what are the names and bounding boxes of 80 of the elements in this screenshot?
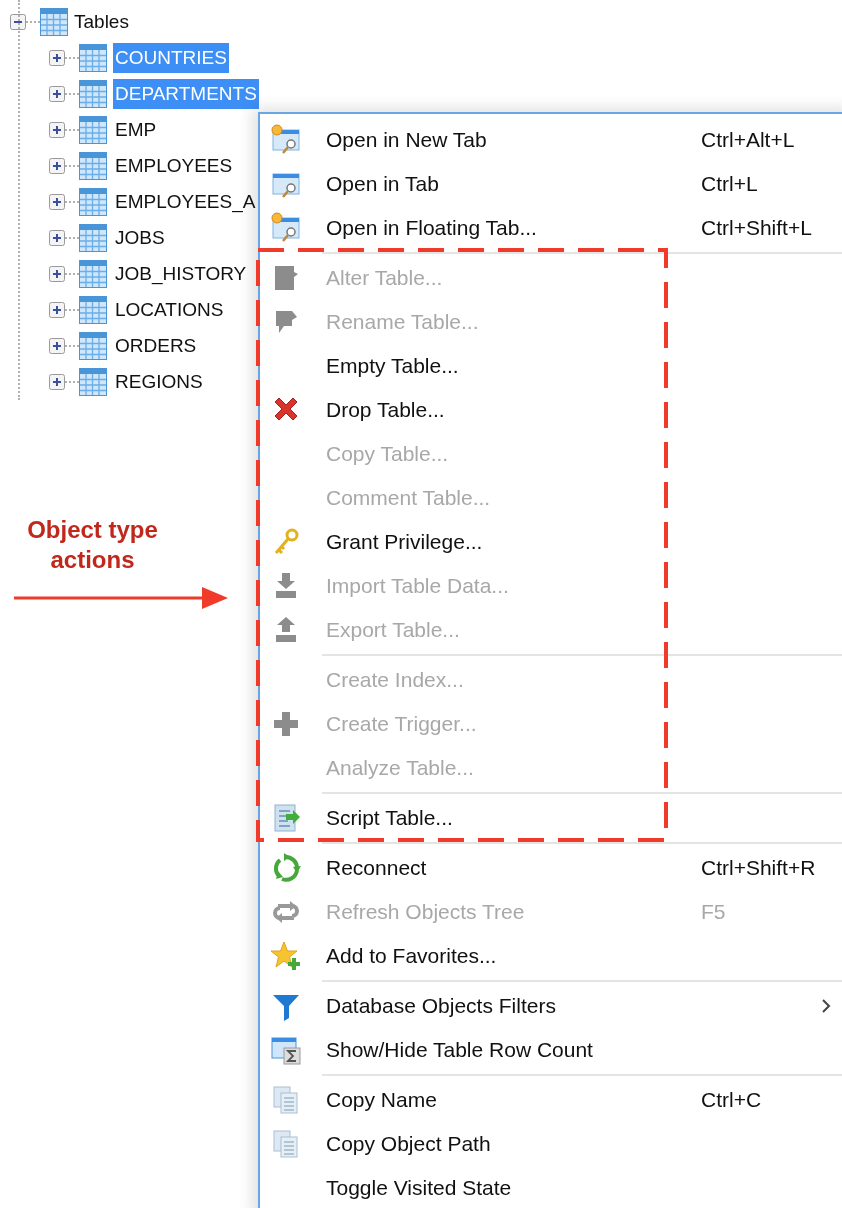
- window-search-icon: [270, 212, 302, 244]
- tree-item[interactable]: EMPLOYEES: [113, 151, 235, 181]
- menu-item[interactable]: Empty Table...: [260, 344, 842, 388]
- menu-item[interactable]: Copy Object Path: [260, 1122, 842, 1166]
- expand-icon[interactable]: [49, 122, 65, 138]
- star-icon: [270, 940, 302, 972]
- table-icon: [79, 296, 107, 324]
- annotation-text: Object type actions: [26, 515, 159, 575]
- menu-label: Create Index...: [326, 667, 465, 694]
- menu-item[interactable]: Show/Hide Table Row Count: [260, 1028, 842, 1072]
- menu-item[interactable]: Drop Table...: [260, 388, 842, 432]
- tree-item[interactable]: LOCATIONS: [113, 295, 226, 325]
- menu-label: Database Objects Filters: [326, 993, 557, 1020]
- shortcut-label: Ctrl+Shift+R: [701, 855, 816, 882]
- menu-item[interactable]: Grant Privilege...: [260, 520, 842, 564]
- table-icon: [79, 188, 107, 216]
- menu-label: Copy Table...: [326, 441, 450, 468]
- tree-item[interactable]: ORDERS: [113, 331, 199, 361]
- menu-item[interactable]: Copy Name Ctrl+C: [260, 1078, 842, 1122]
- table-icon: [79, 152, 107, 180]
- menu-label: Export Table...: [326, 617, 461, 644]
- menu-item[interactable]: Database Objects Filters: [260, 984, 842, 1028]
- tree-item[interactable]: REGIONS: [113, 367, 205, 397]
- tree-item[interactable]: EMPLOYEES_A: [113, 187, 258, 217]
- expand-icon[interactable]: [49, 86, 65, 102]
- menu-label: Open in Floating Tab...: [326, 215, 538, 242]
- menu-item[interactable]: Toggle Visited State: [260, 1166, 842, 1208]
- menu-label: Grant Privilege...: [326, 529, 484, 556]
- shortcut-label: Ctrl+Alt+L: [701, 127, 795, 154]
- tree-item[interactable]: JOBS: [113, 223, 167, 253]
- expand-icon[interactable]: [49, 338, 65, 354]
- menu-label: Open in Tab: [326, 171, 440, 198]
- expand-icon[interactable]: [49, 158, 65, 174]
- menu-label: Copy Name: [326, 1087, 438, 1114]
- table-icon: [79, 116, 107, 144]
- menu-label: Script Table...: [326, 805, 454, 832]
- tree-item[interactable]: EMP: [113, 115, 159, 145]
- menu-label: Reconnect: [326, 855, 428, 882]
- menu-label: Create Trigger...: [326, 711, 478, 738]
- menu-item[interactable]: Open in Floating Tab... Ctrl+Shift+L: [260, 206, 842, 250]
- table-icon: [79, 44, 107, 72]
- shortcut-label: F5: [701, 899, 726, 926]
- menu-item[interactable]: Add to Favorites...: [260, 934, 842, 978]
- menu-label: Analyze Table...: [326, 755, 475, 782]
- expand-icon[interactable]: [49, 230, 65, 246]
- window-search-icon: [270, 124, 302, 156]
- menu-label: Alter Table...: [326, 265, 444, 292]
- table-icon: [79, 80, 107, 108]
- menu-item[interactable]: Open in Tab Ctrl+L: [260, 162, 842, 206]
- menu-label: Add to Favorites...: [326, 943, 498, 970]
- menu-item[interactable]: Script Table...: [260, 796, 842, 840]
- tree-item[interactable]: JOB_HISTORY: [113, 259, 249, 289]
- table-icon: [79, 368, 107, 396]
- menu-label: Import Table Data...: [326, 573, 510, 600]
- table-icon: [79, 224, 107, 252]
- shortcut-label: Ctrl+L: [701, 171, 758, 198]
- menu-label: Empty Table...: [326, 353, 460, 380]
- expand-icon[interactable]: [49, 374, 65, 390]
- table-icon: [79, 332, 107, 360]
- expand-icon[interactable]: [49, 194, 65, 210]
- menu-item[interactable]: Open in New Tab Ctrl+Alt+L: [260, 118, 842, 162]
- table-icon: [79, 260, 107, 288]
- menu-label: Comment Table...: [326, 485, 492, 512]
- menu-label: Toggle Visited State: [326, 1175, 513, 1202]
- expand-icon[interactable]: [49, 302, 65, 318]
- expand-icon[interactable]: [49, 50, 65, 66]
- menu-label: Drop Table...: [326, 397, 446, 424]
- collapse-icon[interactable]: [10, 14, 26, 30]
- menu-label: Refresh Objects Tree: [326, 899, 526, 926]
- menu-label: Show/Hide Table Row Count: [326, 1037, 594, 1064]
- menu-item[interactable]: Reconnect Ctrl+Shift+R: [260, 846, 842, 890]
- menu-label: Rename Table...: [326, 309, 480, 336]
- shortcut-label: Ctrl+Shift+L: [701, 215, 812, 242]
- table-sum-icon: [270, 1034, 302, 1066]
- menu-label: Open in New Tab: [326, 127, 488, 154]
- tree-item[interactable]: Tables: [74, 7, 129, 37]
- table-icon: [40, 8, 68, 36]
- expand-icon[interactable]: [49, 266, 65, 282]
- shortcut-label: Ctrl+C: [701, 1087, 762, 1114]
- menu-label: Copy Object Path: [326, 1131, 492, 1158]
